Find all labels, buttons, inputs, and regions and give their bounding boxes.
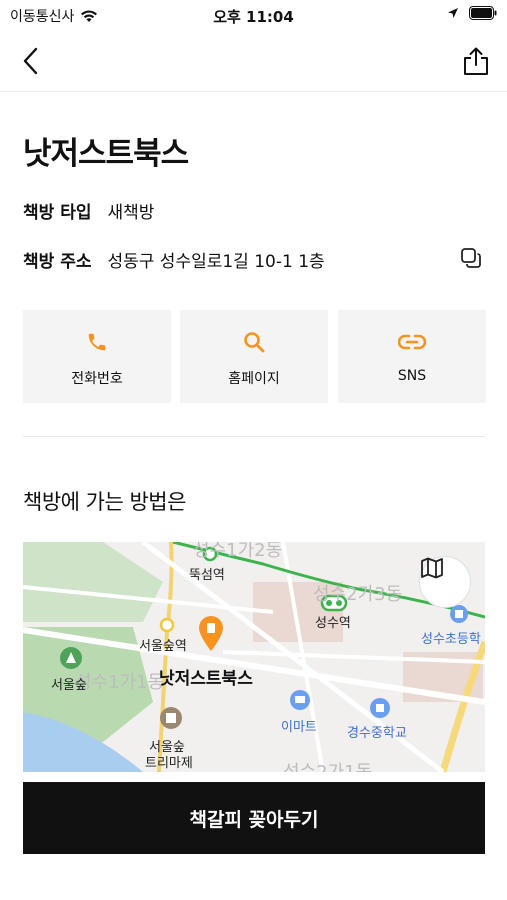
link-icon bbox=[398, 334, 426, 350]
homepage-label: 홈페이지 bbox=[228, 371, 280, 387]
status-time: 오후 11:04 bbox=[213, 8, 294, 26]
copy-address-button[interactable] bbox=[460, 247, 482, 269]
phone-button[interactable]: 전화번호 bbox=[23, 310, 171, 403]
map-label-area2: 성수2가3동 bbox=[313, 584, 403, 605]
bottom-bar: 책갈피 꽂아두기 bbox=[0, 772, 507, 900]
map-view[interactable]: 성수1가2동 성수2가3동 성수1가1동 성수2가1동 뚝섬역 성수역 서울숲역… bbox=[23, 542, 485, 772]
status-right-group bbox=[447, 6, 497, 20]
phone-icon bbox=[88, 333, 106, 351]
map-icon bbox=[421, 557, 443, 579]
map-open-button[interactable] bbox=[419, 556, 471, 608]
map-label-park: 서울숲 bbox=[51, 678, 87, 693]
search-icon bbox=[244, 332, 265, 353]
map-label-station2: 성수역 bbox=[315, 616, 351, 631]
store-location-pin-icon[interactable] bbox=[198, 616, 224, 652]
sns-button[interactable]: SNS bbox=[338, 310, 486, 403]
status-bar: 이동통신사 오후 11:04 bbox=[0, 0, 507, 30]
share-button[interactable] bbox=[459, 44, 493, 78]
store-address-label: 책방 주소 bbox=[23, 252, 92, 272]
store-type-value: 새책방 bbox=[107, 203, 155, 223]
map-label-station3: 서울숲역 bbox=[139, 639, 187, 654]
bookmark-button[interactable]: 책갈피 꽂아두기 bbox=[23, 782, 485, 854]
homepage-button[interactable]: 홈페이지 bbox=[180, 310, 328, 403]
location-arrow-icon bbox=[448, 8, 458, 18]
chevron-left-icon bbox=[23, 47, 38, 75]
map-label-school1: 성수초등학 bbox=[421, 632, 481, 647]
link-icon-wrap bbox=[398, 330, 426, 354]
store-type-row: 책방 타입 새책방 bbox=[23, 198, 154, 223]
store-type-label: 책방 타입 bbox=[23, 203, 92, 223]
map-label-area1: 성수1가2동 bbox=[193, 542, 283, 561]
nav-bar bbox=[0, 32, 507, 92]
divider bbox=[23, 436, 485, 437]
phone-label: 전화번호 bbox=[71, 371, 123, 387]
map-label-area4: 성수2가1동 bbox=[283, 758, 372, 772]
copy-icon bbox=[461, 248, 481, 268]
map-label-area3: 성수1가1동 bbox=[75, 672, 165, 693]
share-icon bbox=[464, 47, 488, 75]
back-button[interactable] bbox=[14, 44, 48, 78]
battery-icon bbox=[469, 6, 497, 20]
store-address-row: 책방 주소 성동구 성수일로1길 10-1 1층 bbox=[23, 247, 325, 272]
map-label-store: 낫저스트북스 bbox=[159, 669, 253, 689]
store-title: 낫저스트북스 bbox=[23, 136, 189, 172]
search-icon-wrap bbox=[242, 330, 266, 354]
map-label-forest2: 트리마제 bbox=[145, 756, 193, 771]
store-address-value: 성동구 성수일로1길 10-1 1층 bbox=[107, 252, 325, 272]
map-background bbox=[23, 542, 485, 772]
map-label-school2: 경수중학교 bbox=[347, 726, 407, 741]
map-label-emart: 이마트 bbox=[281, 720, 317, 735]
phone-icon-wrap bbox=[86, 330, 108, 354]
map-label-station1: 뚝섬역 bbox=[189, 568, 225, 583]
directions-title: 책방에 가는 방법은 bbox=[23, 490, 186, 514]
sns-label: SNS bbox=[397, 368, 427, 384]
